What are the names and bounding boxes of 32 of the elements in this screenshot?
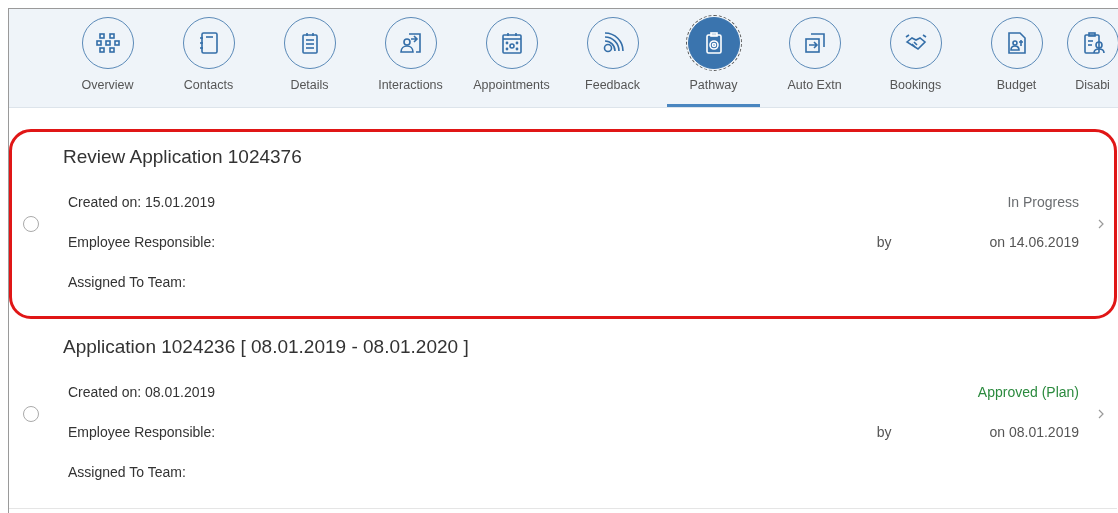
created-date: Created on: 15.01.2019: [68, 194, 216, 210]
by-label: by: [876, 423, 892, 440]
tab[interactable]: Pathway: [663, 9, 764, 107]
tab[interactable]: Feedback: [562, 9, 663, 107]
list-item[interactable]: Application 1024236 [ 08.01.2019 - 08.01.2020 ] Created on: 08.01.2019 Approved (Plan) Employee Responsible: by on 08.01.2019 Assigned To Team:: [9, 319, 1117, 509]
status-label: Approved (Plan): [977, 383, 1079, 400]
created-date: Created on: 08.01.2019: [68, 383, 216, 400]
tab[interactable]: Interactions: [360, 9, 461, 107]
employee-label: Employee Responsible:: [68, 234, 216, 250]
list-item[interactable]: Review Application 1024376 Created on: 15.01.2019 In Progress Employee Responsible: by on 14.06.2019 Assigned To Team:: [9, 129, 1117, 319]
chevron-right-icon[interactable]: [1097, 218, 1105, 230]
status-label: In Progress: [1007, 194, 1079, 210]
chevron-right-icon[interactable]: [1097, 407, 1105, 420]
item-title: Application 1024236 [ 08.01.2019 - 08.01.2020 ]: [63, 335, 470, 358]
by-label: by: [876, 234, 892, 250]
item-title: Review Application 1024376: [63, 146, 303, 168]
tab[interactable]: Auto Extn: [764, 9, 865, 107]
person-arrow-icon: [398, 31, 423, 55]
team-label: Assigned To Team:: [68, 463, 186, 480]
arrow-into-box-icon: [802, 31, 827, 55]
tab[interactable]: Bookings: [865, 9, 966, 107]
tab[interactable]: Appointments: [461, 9, 562, 107]
employee-label: Employee Responsible:: [68, 423, 216, 440]
tab[interactable]: Overview: [57, 9, 158, 107]
tab[interactable]: Details: [259, 9, 360, 107]
team-label: Assigned To Team:: [68, 274, 186, 290]
changed-date: on 14.06.2019: [989, 234, 1079, 250]
tab[interactable]: Budget: [966, 9, 1067, 107]
changed-date: on 08.01.2019: [989, 423, 1079, 440]
network-icon: [95, 31, 120, 55]
tab[interactable]: Contacts: [158, 9, 259, 107]
calendar-icon: [499, 31, 524, 55]
